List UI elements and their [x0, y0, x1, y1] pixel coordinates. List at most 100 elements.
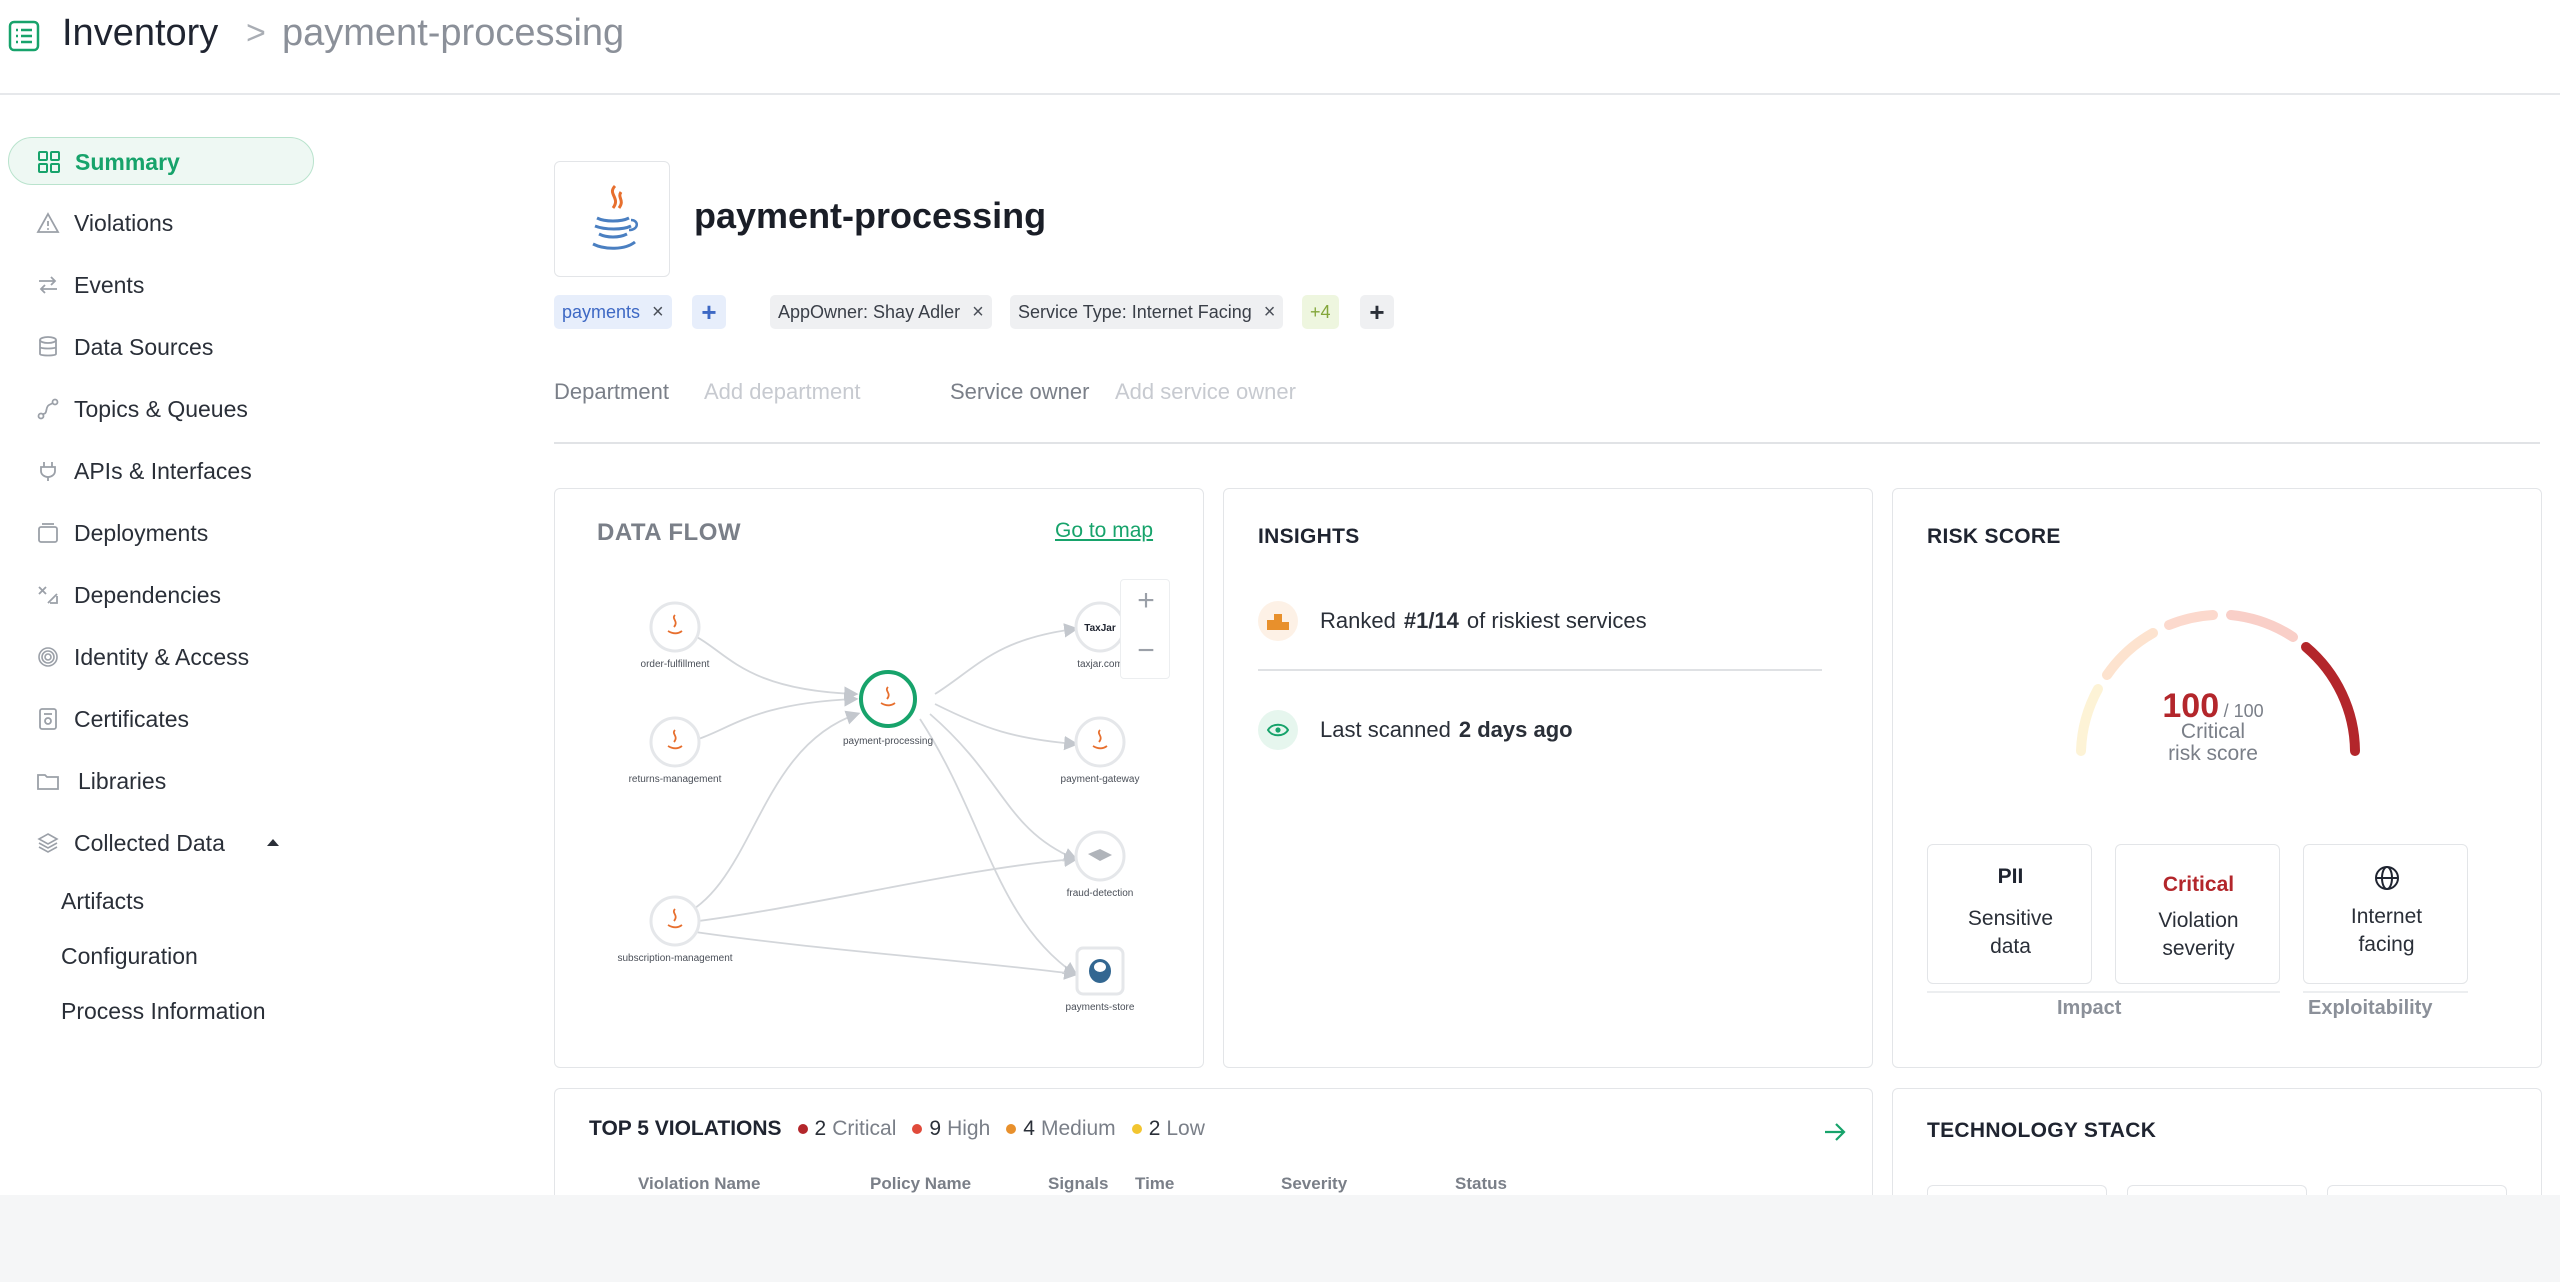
sidebar-item-label: Topics & Queues	[74, 396, 248, 422]
sidebar-item-identity-access[interactable]: Identity & Access	[8, 633, 314, 681]
sidebar-item-deployments[interactable]: Deployments	[8, 509, 314, 557]
sidebar-item-label: Libraries	[78, 768, 167, 794]
close-icon[interactable]: ×	[652, 301, 664, 324]
ranked-suffix: of riskiest services	[1466, 608, 1647, 633]
ranked-value: #1/14	[1403, 608, 1459, 633]
service-owner-input[interactable]: Add service owner	[1115, 379, 1296, 405]
sidebar-item-certificates[interactable]: Certificates	[8, 695, 314, 743]
sidebar-item-libraries[interactable]: Libraries	[8, 757, 314, 805]
column-header[interactable]: Time	[1135, 1174, 1174, 1194]
risk-score-title: RISK SCORE	[1927, 525, 2061, 548]
more-tags-badge[interactable]: +4	[1302, 295, 1339, 329]
sidebar-item-label: Dependencies	[74, 582, 222, 608]
sidebar-item-summary[interactable]: Summary	[8, 137, 314, 185]
severity-medium-count: 4 Medium	[1006, 1117, 1116, 1141]
severity-high-count: 9 High	[912, 1117, 990, 1141]
add-label-button[interactable]: +	[1360, 295, 1394, 329]
column-header[interactable]: Severity	[1281, 1174, 1347, 1194]
fingerprint-icon	[38, 647, 58, 667]
folder-icon	[37, 774, 59, 790]
sidebar-subitem-configuration[interactable]: Configuration	[61, 943, 198, 970]
insights-card: INSIGHTS Ranked #1/14 of riskiest servic…	[1223, 488, 1873, 1068]
sidebar-item-label: Collected Data	[74, 830, 225, 856]
close-icon[interactable]: ×	[972, 301, 984, 324]
department-input[interactable]: Add department	[704, 379, 861, 405]
tag-payments[interactable]: payments ×	[554, 295, 672, 329]
node-order-fulfillment	[649, 601, 701, 653]
sidebar-item-dependencies[interactable]: Dependencies	[8, 571, 314, 619]
breadcrumb-current: payment-processing	[282, 12, 625, 54]
sidebar-item-violations[interactable]: Violations	[8, 199, 314, 247]
grid-icon	[38, 151, 60, 173]
sidebar-subitem-artifacts[interactable]: Artifacts	[61, 888, 144, 915]
sidebar-item-topics-queues[interactable]: Topics & Queues	[8, 385, 314, 433]
risk-factor-top: PII	[1997, 865, 2024, 888]
risk-score-max: / 100	[2223, 701, 2264, 721]
risk-factor-label: Sensitive data	[1967, 907, 2054, 958]
column-header[interactable]: Status	[1455, 1174, 1507, 1194]
sidebar-item-label: Violations	[74, 210, 174, 236]
tag-label: AppOwner: Shay Adler	[778, 301, 961, 322]
sidebar-item-label: Deployments	[74, 520, 209, 546]
zoom-controls: + −	[1120, 579, 1170, 679]
dependency-icon	[38, 586, 58, 604]
impact-label: Impact	[2057, 997, 2122, 1019]
divider	[1258, 669, 1822, 671]
sidebar-item-data-sources[interactable]: Data Sources	[8, 323, 314, 371]
breadcrumb-inventory[interactable]: Inventory	[62, 12, 218, 55]
certificate-icon	[39, 708, 57, 730]
sidebar-item-apis-interfaces[interactable]: APIs & Interfaces	[8, 447, 314, 495]
scanned-prefix: Last scanned	[1320, 717, 1451, 742]
exploitability-bracket	[2303, 991, 2468, 993]
zoom-out-button[interactable]: −	[1121, 634, 1171, 668]
risk-factor-violation-severity[interactable]: Critical Violation severity	[2115, 844, 2280, 984]
node-label-store: payments-store	[1066, 1002, 1135, 1013]
data-flow-graph[interactable]: TaxJar order-fulfillment returns-managem…	[555, 489, 1205, 1069]
node-label-center: payment-processing	[843, 736, 933, 747]
eye-icon	[1258, 710, 1298, 750]
severity-critical-count: 2 Critical	[797, 1117, 896, 1141]
exploitability-label: Exploitability	[2308, 997, 2433, 1019]
column-header[interactable]: Violation Name	[638, 1174, 761, 1194]
sidebar-subitem-process-information[interactable]: Process Information	[61, 998, 266, 1025]
database-icon	[39, 336, 57, 357]
data-flow-card: DATA FLOW Go to map TaxJar order-fulfill…	[554, 488, 1204, 1068]
tag-service-type[interactable]: Service Type: Internet Facing ×	[1010, 295, 1284, 329]
sidebar-item-label: APIs & Interfaces	[74, 458, 252, 484]
inventory-list-icon	[8, 20, 40, 52]
sidebar-item-collected-data[interactable]: Collected Data	[8, 819, 314, 867]
node-fraud-detection	[1074, 830, 1126, 882]
column-header[interactable]: Policy Name	[870, 1174, 971, 1194]
node-label-subscription: subscription-management	[617, 953, 732, 964]
tag-app-owner[interactable]: AppOwner: Shay Adler ×	[770, 295, 992, 329]
risk-level-line1: Critical	[2180, 720, 2246, 743]
add-tag-button[interactable]: +	[692, 295, 726, 329]
node-taxjar: TaxJar	[1074, 601, 1126, 653]
scanned-value: 2 days ago	[1458, 717, 1573, 742]
page-footer-area	[0, 1195, 2560, 1282]
node-label-returns: returns-management	[629, 774, 722, 785]
risk-factor-pii[interactable]: PII Sensitive data	[1927, 844, 2092, 984]
node-payment-processing	[859, 670, 917, 728]
sidebar-item-label: Events	[74, 272, 145, 298]
podium-icon	[1258, 601, 1298, 641]
divider	[554, 442, 2540, 444]
breadcrumb-separator: >	[246, 14, 266, 52]
route-icon	[37, 398, 59, 420]
close-icon[interactable]: ×	[1264, 301, 1276, 324]
sidebar-item-events[interactable]: Events	[8, 261, 314, 309]
chevron-up-icon[interactable]	[266, 837, 280, 847]
zoom-in-button[interactable]: +	[1121, 584, 1171, 618]
risk-level: Critical risk score	[2125, 721, 2301, 765]
node-payment-gateway	[1074, 716, 1126, 768]
insight-ranked: Ranked #1/14 of riskiest services	[1258, 601, 1647, 641]
risk-factor-label: Internet facing	[2350, 905, 2423, 956]
node-returns-management	[649, 716, 701, 768]
risk-factor-label: Violation severity	[2158, 909, 2239, 960]
node-label-order: order-fulfillment	[641, 659, 710, 670]
column-header[interactable]: Signals	[1048, 1174, 1108, 1194]
department-label: Department	[554, 379, 669, 404]
arrow-right-icon[interactable]	[1823, 1121, 1847, 1143]
node-label-fraud: fraud-detection	[1067, 888, 1134, 899]
risk-factor-internet-facing[interactable]: Internet facing	[2303, 844, 2468, 984]
